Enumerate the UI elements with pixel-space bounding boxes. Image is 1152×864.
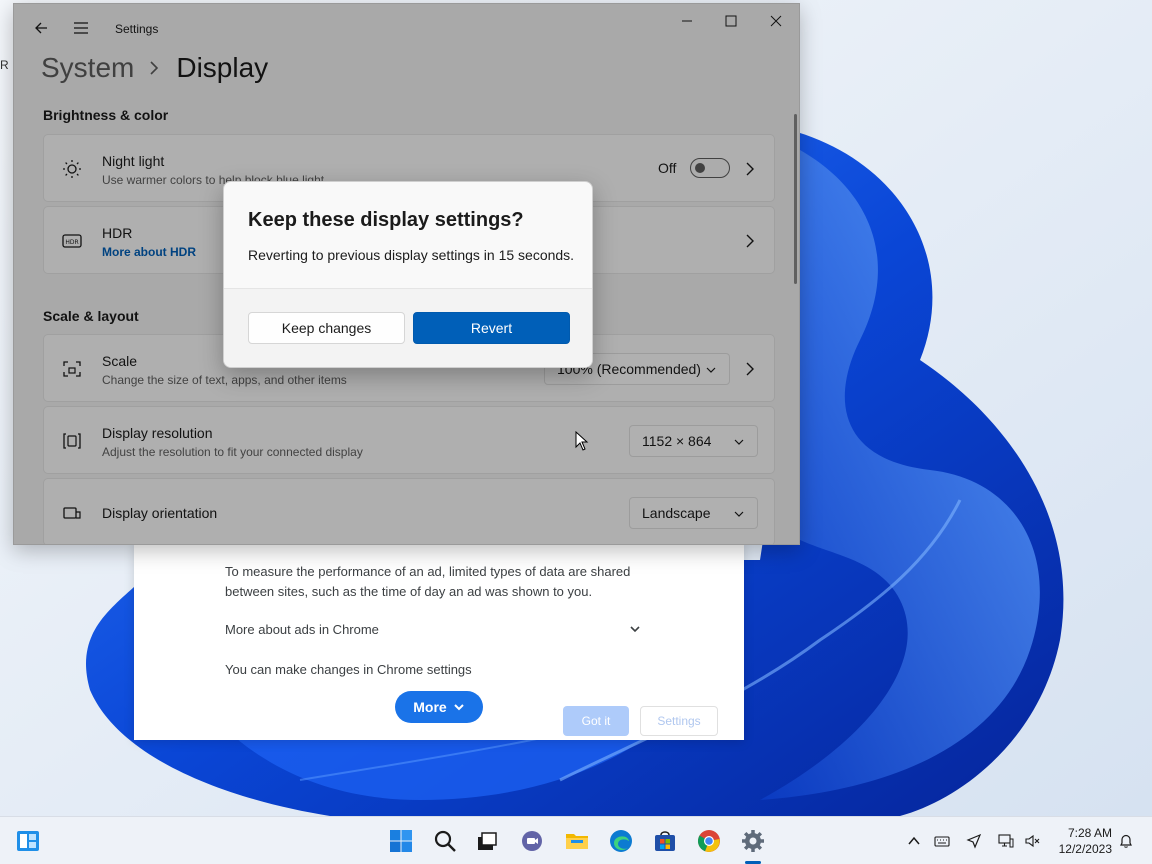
chevron-down-icon bbox=[454, 704, 464, 711]
file-explorer-icon[interactable] bbox=[565, 829, 589, 853]
chevron-up-icon[interactable] bbox=[906, 833, 922, 849]
more-button[interactable]: More bbox=[395, 691, 483, 723]
chrome-settings-button[interactable]: Settings bbox=[640, 706, 718, 736]
desktop-edge-label: R bbox=[0, 58, 9, 72]
keep-display-settings-dialog: Keep these display settings? Reverting t… bbox=[223, 181, 593, 368]
widgets-icon[interactable] bbox=[16, 829, 40, 853]
more-about-ads-link[interactable]: More about ads in Chrome bbox=[225, 622, 379, 637]
search-icon[interactable] bbox=[433, 829, 457, 853]
taskbar: 7:28 AM 12/2/2023 bbox=[0, 816, 1152, 864]
clock-date: 12/2/2023 bbox=[1058, 842, 1112, 856]
display-tray-icon[interactable] bbox=[998, 833, 1014, 849]
settings-icon[interactable] bbox=[741, 829, 765, 853]
revert-button[interactable]: Revert bbox=[413, 312, 570, 344]
mouse-cursor-icon bbox=[575, 431, 589, 451]
dialog-title: Keep these display settings? bbox=[248, 209, 524, 231]
keep-changes-button[interactable]: Keep changes bbox=[248, 312, 405, 344]
more-button-label: More bbox=[413, 699, 447, 715]
chrome-icon[interactable] bbox=[697, 829, 721, 853]
teams-chat-icon[interactable] bbox=[520, 829, 544, 853]
dialog-countdown-message: Reverting to previous display settings i… bbox=[248, 247, 575, 263]
clock-time: 7:28 AM bbox=[1067, 826, 1112, 840]
chevron-down-icon[interactable] bbox=[628, 622, 642, 636]
got-it-button[interactable]: Got it bbox=[563, 706, 629, 736]
system-clock[interactable]: 7:28 AM 12/2/2023 bbox=[1050, 825, 1112, 857]
start-icon[interactable] bbox=[389, 829, 413, 853]
location-arrow-icon[interactable] bbox=[966, 833, 982, 849]
chrome-settings-hint: You can make changes in Chrome settings bbox=[225, 662, 472, 677]
store-icon[interactable] bbox=[653, 829, 677, 853]
ads-measurement-text: To measure the performance of an ad, lim… bbox=[225, 564, 631, 599]
volume-muted-icon[interactable] bbox=[1024, 833, 1040, 849]
chrome-ads-privacy-panel: To measure the performance of an ad, lim… bbox=[134, 540, 744, 740]
keyboard-icon[interactable] bbox=[934, 833, 950, 849]
edge-icon[interactable] bbox=[609, 829, 633, 853]
task-view-icon[interactable] bbox=[475, 829, 499, 853]
notification-icon[interactable] bbox=[1118, 833, 1134, 849]
